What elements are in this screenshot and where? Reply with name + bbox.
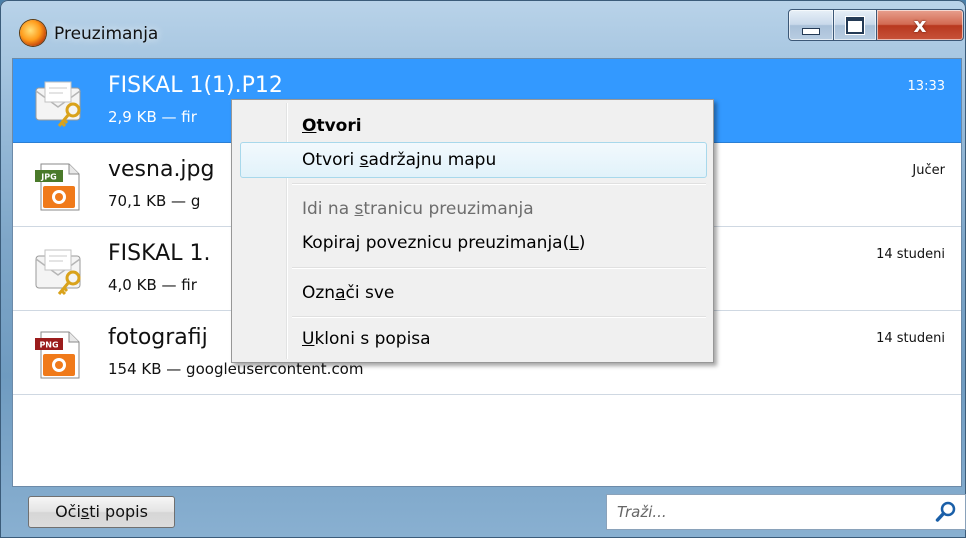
menu-access-key: U xyxy=(302,329,315,349)
title-bar[interactable]: Preuzimanja x xyxy=(0,0,966,58)
menu-label-part: Idi na xyxy=(302,199,355,219)
download-name: fotografij xyxy=(108,325,208,350)
menu-access-key: O xyxy=(302,116,317,136)
menu-access-key: a xyxy=(335,283,346,303)
firefox-icon xyxy=(20,20,46,46)
clear-label-part: Oči xyxy=(55,502,81,521)
clear-list-button[interactable]: Očisti popis xyxy=(28,496,175,528)
download-meta: 70,1 KB — g xyxy=(108,192,201,210)
menu-separator xyxy=(292,267,706,269)
download-date: 14 studeni xyxy=(876,247,945,262)
menu-label-part: tvori xyxy=(316,116,362,136)
jpg-file-icon: JPG xyxy=(35,163,80,211)
clear-label-access-key: s xyxy=(80,502,90,521)
minimize-icon xyxy=(802,27,820,35)
certificate-file-icon xyxy=(35,81,81,128)
menu-item-select-all[interactable]: Označi sve xyxy=(302,283,394,303)
menu-access-key: L xyxy=(569,233,579,253)
menu-separator xyxy=(292,316,706,318)
menu-label-part: Kopiraj poveznicu preuzimanja( xyxy=(302,233,570,253)
menu-label-part: adržajnu mapu xyxy=(368,150,497,170)
search-icon[interactable] xyxy=(935,501,957,523)
file-badge: PNG xyxy=(39,341,58,350)
png-file-icon: PNG xyxy=(35,331,80,379)
menu-label-part: Otvori xyxy=(302,150,360,170)
menu-item-remove-from-list[interactable]: Ukloni s popisa xyxy=(302,329,431,349)
download-date: Jučer xyxy=(912,163,945,178)
download-date: 14 studeni xyxy=(876,331,945,346)
maximize-button[interactable] xyxy=(834,9,877,41)
menu-item-go-to-download-page: Idi na stranicu preuzimanja xyxy=(302,199,534,219)
window-title: Preuzimanja xyxy=(54,24,159,44)
menu-label-part: tranicu preuzimanja xyxy=(363,199,534,219)
menu-label-part: ) xyxy=(578,233,586,253)
caption-buttons: x xyxy=(788,9,964,43)
menu-separator xyxy=(292,183,706,185)
clear-label-part: ti popis xyxy=(89,502,148,521)
menu-item-copy-download-link[interactable]: Kopiraj poveznicu preuzimanja(L) xyxy=(302,233,585,253)
download-meta: 2,9 KB — fir xyxy=(108,108,197,126)
download-name: vesna.jpg xyxy=(108,157,215,182)
download-name: FISKAL 1(1).P12 xyxy=(108,73,283,98)
maximize-icon xyxy=(846,16,864,34)
close-button[interactable]: x xyxy=(877,9,964,41)
download-name: FISKAL 1. xyxy=(108,241,211,266)
file-badge: JPG xyxy=(40,173,56,182)
search-input[interactable] xyxy=(615,499,919,525)
menu-label-part: kloni s popisa xyxy=(314,329,431,349)
download-meta: 4,0 KB — fir xyxy=(108,276,197,294)
menu-item-open[interactable]: Otvori xyxy=(302,116,362,136)
menu-label-part: či sve xyxy=(345,283,395,303)
certificate-file-icon xyxy=(35,249,81,296)
menu-item-open-containing-folder[interactable]: Otvori sadržajnu mapu xyxy=(302,150,496,170)
search-box[interactable] xyxy=(606,494,966,530)
menu-label-part: Ozn xyxy=(302,283,336,303)
minimize-button[interactable] xyxy=(788,9,834,41)
close-icon: x xyxy=(913,13,927,37)
context-menu: Otvori Otvori sadržajnu mapu Idi na stra… xyxy=(231,99,714,363)
download-date: 13:33 xyxy=(907,79,945,94)
